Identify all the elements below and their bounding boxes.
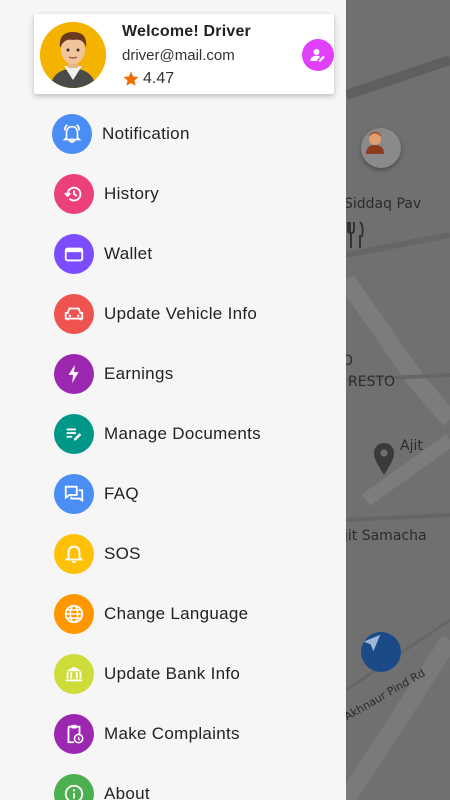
- menu-item-update-bank-info[interactable]: Update Bank Info: [0, 644, 346, 704]
- menu-label: Make Complaints: [104, 724, 240, 743]
- welcome-text: Welcome! Driver: [122, 23, 251, 40]
- navigation-drawer: Welcome! Driver driver@mail.com 4.47 Not…: [0, 0, 346, 800]
- driver-avatar-icon: [366, 131, 384, 154]
- navigation-arrow-icon: [363, 634, 381, 652]
- wallet-icon: [54, 234, 94, 274]
- avatar[interactable]: [40, 22, 106, 88]
- menu-item-make-complaints[interactable]: Make Complaints: [0, 704, 346, 764]
- edit-profile-button[interactable]: [302, 39, 334, 71]
- info-icon: [54, 774, 94, 800]
- menu-item-manage-documents[interactable]: Manage Documents: [0, 404, 346, 464]
- menu-label: Update Vehicle Info: [104, 304, 258, 323]
- user-edit-icon: [310, 49, 325, 62]
- menu-label: Update Bank Info: [104, 664, 241, 683]
- navigate-button[interactable]: [361, 632, 401, 672]
- menu-label: Wallet: [104, 244, 153, 263]
- car-icon: [54, 294, 94, 334]
- menu-label: SOS: [104, 544, 141, 563]
- globe-icon: [54, 594, 94, 634]
- bank-icon: [54, 654, 94, 694]
- menu-item-wallet[interactable]: Wallet: [0, 224, 346, 284]
- map-label-samacha: jit Samacha: [346, 528, 427, 544]
- menu-item-earnings[interactable]: Earnings: [0, 344, 346, 404]
- menu-item-faq[interactable]: FAQ: [0, 464, 346, 524]
- bell-ring-icon: [52, 114, 92, 154]
- menu-item-sos[interactable]: SOS: [0, 524, 346, 584]
- menu-label: FAQ: [104, 484, 139, 503]
- star-icon: [123, 71, 139, 86]
- map-label-siddaq: Siddaq Pav: [346, 196, 422, 212]
- rating-value: 4.47: [143, 70, 175, 87]
- lightning-icon: [54, 354, 94, 394]
- map-label-resto: RESTO: [348, 374, 396, 390]
- menu-item-change-language[interactable]: Change Language: [0, 584, 346, 644]
- clipboard-clock-icon: [54, 714, 94, 754]
- map-pin-icon: [374, 443, 394, 475]
- menu-item-update-vehicle-info[interactable]: Update Vehicle Info: [0, 284, 346, 344]
- bell-icon: [54, 534, 94, 574]
- menu-label: Change Language: [104, 604, 249, 623]
- map-label-ajit: Ajit: [400, 438, 423, 454]
- menu-label: About: [104, 784, 150, 800]
- map-view[interactable]: Siddaq Pav O RESTO Ajit jit Samacha Akhn…: [346, 0, 450, 800]
- driver-location-marker[interactable]: [361, 128, 401, 168]
- history-icon: [54, 174, 94, 214]
- map-label-o: O: [346, 353, 354, 369]
- document-edit-icon: [54, 414, 94, 454]
- menu-item-about[interactable]: About: [0, 764, 346, 800]
- user-email: driver@mail.com: [122, 47, 235, 64]
- menu-label: Notification: [102, 124, 190, 143]
- driver-rating: 4.47: [122, 70, 174, 88]
- user-avatar-icon: [40, 22, 106, 88]
- menu-item-notification[interactable]: Notification: [0, 104, 346, 164]
- restaurant-icon: [347, 221, 364, 248]
- menu-label: History: [104, 184, 159, 203]
- menu-label: Manage Documents: [104, 424, 261, 443]
- menu-label: Earnings: [104, 364, 174, 383]
- menu-item-history[interactable]: History: [0, 164, 346, 224]
- chat-bubbles-icon: [54, 474, 94, 514]
- profile-header[interactable]: Welcome! Driver driver@mail.com 4.47: [34, 14, 334, 94]
